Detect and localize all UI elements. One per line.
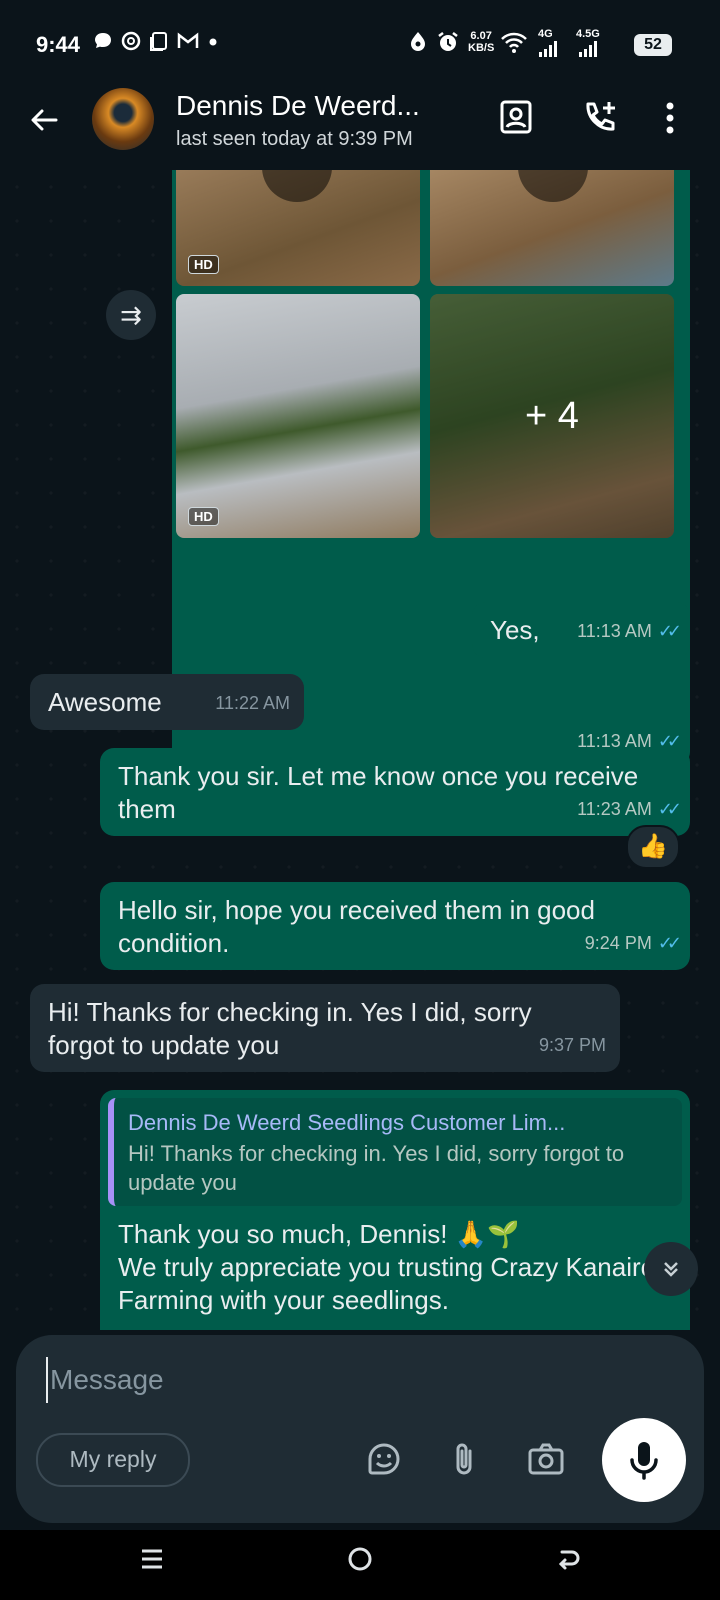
drop-icon — [408, 30, 428, 59]
message-time-text: 11:23 AM — [577, 799, 652, 819]
message-time: 9:37 PM — [539, 1029, 606, 1062]
message-bubble-in[interactable]: Hi! Thanks for checking in. Yes I did, s… — [30, 984, 620, 1072]
media-thumbnail[interactable]: + 4 — [430, 294, 674, 538]
message-time-text: 9:37 PM — [538, 1035, 606, 1055]
play-icon — [518, 170, 588, 202]
back-nav-icon[interactable] — [548, 1544, 588, 1582]
message-composer: My reply — [16, 1335, 704, 1523]
signal-2-label: 4.5G — [576, 28, 600, 40]
signal-1: 4G — [538, 28, 560, 58]
chat-bubble-icon — [92, 30, 114, 59]
status-bar: 9:44 6.07 KB/S 4G 4.5G 52 — [0, 0, 720, 88]
quote-text: Hi! Thanks for checking in. Yes I did, s… — [128, 1141, 625, 1195]
mic-icon — [630, 1442, 658, 1480]
chat-header: Dennis De Weerd... last seen today at 9:… — [0, 88, 720, 170]
my-reply-chip[interactable]: My reply — [36, 1433, 190, 1487]
more-media-count: + 4 — [430, 294, 674, 538]
network-speed-unit: KB/S — [468, 42, 495, 54]
read-ticks-icon: ✓✓ — [657, 799, 682, 819]
dot-icon — [208, 30, 218, 59]
forward-icon[interactable]: ⇉ — [106, 290, 156, 340]
media-thumbnail[interactable] — [430, 170, 674, 286]
hd-badge: HD — [188, 507, 219, 526]
mic-button[interactable] — [602, 1418, 686, 1502]
scroll-down-icon[interactable] — [644, 1242, 698, 1296]
read-ticks-icon: ✓✓ — [657, 933, 682, 953]
contact-name[interactable]: Dennis De Weerd... — [176, 90, 420, 122]
message-text: Hello sir, hope you received them in goo… — [118, 895, 595, 958]
message-bubble-out[interactable]: Yes, 11:13 AM ✓✓ — [472, 602, 690, 658]
message-time: 11:22 AM — [215, 687, 290, 720]
avatar[interactable] — [92, 88, 154, 150]
message-time-text: 9:24 PM — [584, 933, 652, 953]
message-bubble-out-reply[interactable]: Dennis De Weerd Seedlings Customer Lim..… — [100, 1090, 690, 1330]
message-text: Awesome — [48, 687, 162, 717]
message-input[interactable] — [46, 1357, 612, 1403]
recent-apps-icon[interactable] — [132, 1544, 172, 1582]
network-speed-value: 6.07 — [470, 30, 492, 42]
read-ticks-icon: ✓✓ — [657, 621, 682, 641]
copy-icon — [148, 30, 170, 59]
sticker-icon[interactable] — [364, 1439, 404, 1479]
battery-icon: 52 — [634, 34, 672, 56]
signal-bars-icon — [579, 41, 597, 57]
add-call-icon[interactable] — [580, 98, 624, 142]
last-seen-status: last seen today at 9:39 PM — [176, 128, 413, 150]
message-bubble-in[interactable]: Awesome 11:22 AM — [30, 674, 304, 730]
message-time: 9:24 PM ✓✓ — [584, 927, 682, 960]
message-time-text: 11:13 AM — [577, 621, 652, 641]
message-text-line1: Thank you so much, Dennis! 🙏🌱 — [118, 1219, 520, 1249]
chat-area[interactable]: HD HD + 4 11:13 AM ✓✓ ⇉ Yes, 11:13 AM ✓✓ A… — [0, 170, 720, 1330]
message-time-text: 11:22 AM — [215, 693, 290, 713]
alarm-icon — [436, 30, 460, 61]
threads-icon — [120, 30, 142, 59]
contact-card-icon[interactable] — [496, 98, 540, 142]
back-arrow-icon[interactable] — [24, 102, 64, 142]
media-thumbnail[interactable]: HD — [176, 170, 420, 286]
message-text-line2: We truly appreciate you trusting Crazy K… — [118, 1252, 656, 1315]
message-bubble-out[interactable]: Hello sir, hope you received them in goo… — [100, 882, 690, 970]
message-text: Thank you sir. Let me know once you rece… — [118, 761, 639, 824]
signal-2: 4.5G — [576, 28, 602, 58]
media-thumbnail[interactable]: HD — [176, 294, 420, 538]
reaction-badge[interactable]: 👍 — [626, 825, 680, 869]
hd-badge: HD — [188, 255, 219, 274]
quote-author: Dennis De Weerd Seedlings Customer Lim..… — [128, 1110, 566, 1135]
message-bubble-out[interactable]: Thank you sir. Let me know once you rece… — [100, 748, 690, 836]
more-vert-icon[interactable] — [660, 98, 704, 142]
quoted-message[interactable]: Dennis De Weerd Seedlings Customer Lim..… — [108, 1098, 682, 1206]
status-time: 9:44 — [36, 32, 81, 57]
network-speed: 6.07 KB/S — [468, 30, 494, 54]
message-text: Hi! Thanks for checking in. Yes I did, s… — [48, 997, 532, 1060]
attach-icon[interactable] — [444, 1439, 484, 1479]
signal-bars-icon — [539, 41, 557, 57]
message-time: 11:13 AM ✓✓ — [577, 615, 682, 648]
system-navigation-bar — [0, 1530, 720, 1600]
wifi-icon — [500, 30, 528, 61]
message-text: Yes, — [490, 615, 540, 645]
gmail-icon — [176, 30, 200, 59]
home-icon[interactable] — [340, 1544, 380, 1582]
signal-1-label: 4G — [538, 28, 553, 40]
play-icon — [262, 170, 332, 202]
camera-icon[interactable] — [526, 1439, 566, 1479]
message-time: 11:23 AM ✓✓ — [577, 793, 682, 826]
